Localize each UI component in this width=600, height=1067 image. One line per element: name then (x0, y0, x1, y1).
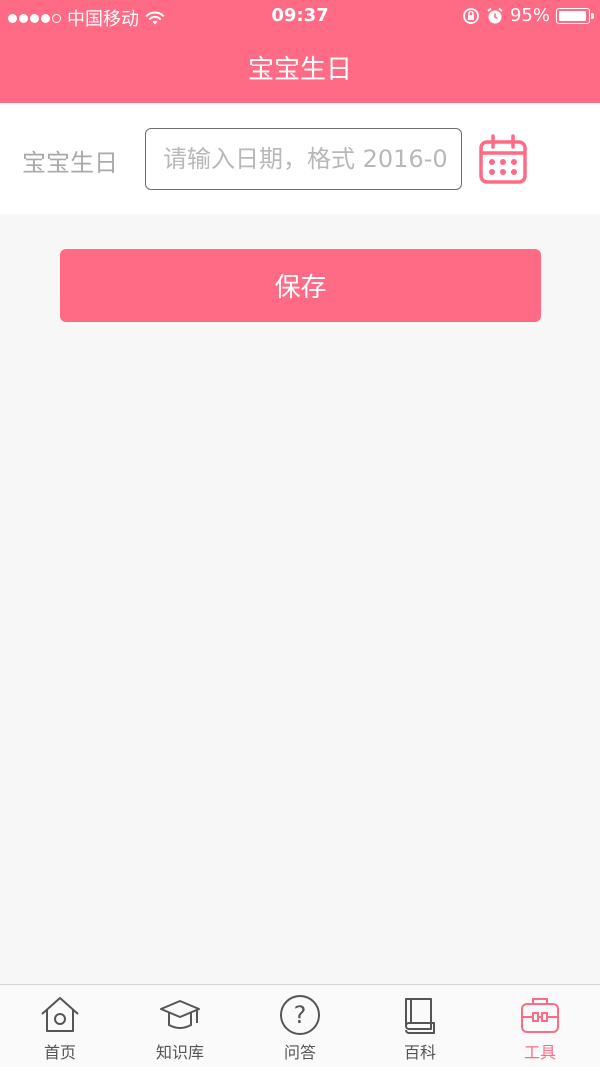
birthday-label: 宝宝生日 (22, 149, 118, 177)
tab-label: 知识库 (155, 1043, 204, 1062)
birthday-date-input[interactable] (145, 128, 462, 190)
book-icon (405, 998, 435, 1034)
battery-percent: 95% (509, 5, 550, 26)
tab-label: 工具 (523, 1043, 556, 1062)
toolbox-icon (521, 998, 559, 1033)
tab-qa[interactable]: ? 问答 (240, 985, 360, 1067)
battery-fill (559, 10, 586, 21)
tab-knowledge[interactable]: 知识库 (120, 985, 240, 1067)
alarm-icon (487, 7, 503, 23)
orientation-lock-icon (463, 7, 479, 24)
battery-icon (556, 7, 594, 24)
bottom-tab-bar: 首页 知识库 ? 问答 百科 工具 (0, 984, 600, 1067)
question-icon: ? (280, 995, 320, 1035)
tab-home[interactable]: 首页 (0, 985, 120, 1067)
tab-tools[interactable]: 工具 (480, 985, 600, 1067)
page-title: 宝宝生日 (247, 55, 352, 85)
birthday-form-row: 宝宝生日 (0, 103, 600, 214)
tab-label: 百科 (403, 1043, 436, 1062)
status-bar: 中国移动 09:37 95% (0, 0, 600, 32)
svg-text:?: ? (294, 1001, 307, 1029)
tab-label: 问答 (283, 1043, 316, 1062)
top-bar: 中国移动 09:37 95% 宝宝生日 (0, 0, 600, 103)
home-icon (41, 997, 79, 1032)
calendar-icon[interactable] (478, 134, 528, 186)
tab-encyclopedia[interactable]: 百科 (360, 985, 480, 1067)
status-right: 95% (462, 5, 594, 26)
graduation-cap-icon (160, 1000, 200, 1029)
tab-label: 首页 (43, 1043, 76, 1062)
save-button[interactable]: 保存 (60, 249, 541, 322)
